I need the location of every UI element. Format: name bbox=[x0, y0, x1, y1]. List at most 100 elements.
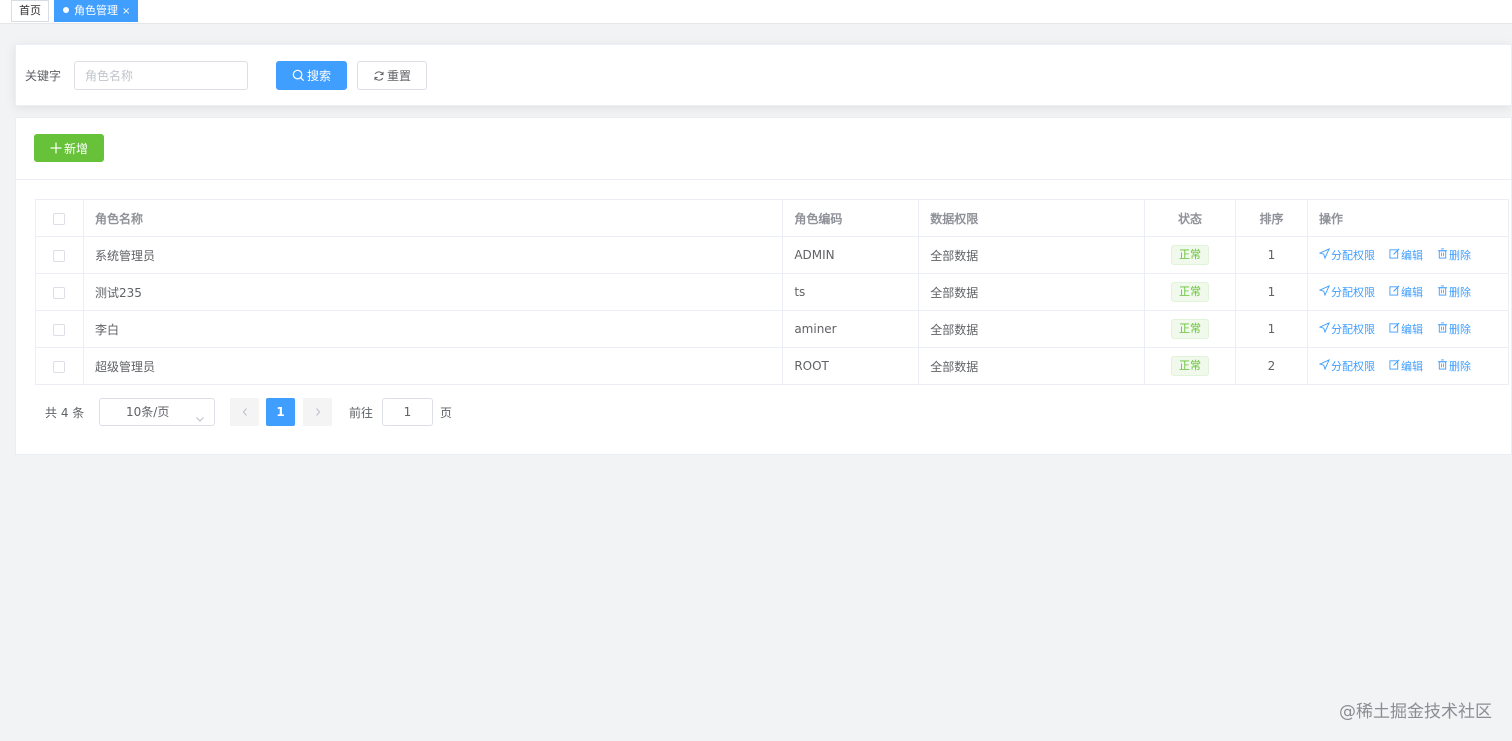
add-role-button-label: 新增 bbox=[63, 141, 88, 156]
search-panel: 关键字 搜索 重置 bbox=[15, 44, 1512, 106]
row-checkbox[interactable] bbox=[53, 286, 66, 299]
keyword-label: 关键字 bbox=[25, 69, 62, 83]
chevron-left-icon bbox=[242, 408, 247, 416]
select-all-checkbox-cell[interactable] bbox=[35, 199, 84, 237]
active-dot-icon bbox=[63, 7, 69, 13]
goto-page-input[interactable] bbox=[382, 398, 433, 426]
header-role-name: 角色名称 bbox=[83, 199, 784, 237]
send-icon bbox=[1318, 359, 1331, 373]
tab-role-management-label: 角色管理 bbox=[74, 4, 118, 17]
trash-icon bbox=[1437, 285, 1449, 299]
edit-label: 编辑 bbox=[1400, 249, 1423, 262]
cell-data-scope: 全部数据 bbox=[918, 310, 1146, 348]
cell-actions: 分配权限 编辑 删除 bbox=[1307, 236, 1510, 274]
assign-permission-label: 分配权限 bbox=[1330, 323, 1375, 336]
assign-permission-label: 分配权限 bbox=[1330, 360, 1375, 373]
pagination-total: 共 4 条 bbox=[45, 406, 85, 420]
tab-home[interactable]: 首页 bbox=[11, 0, 49, 22]
tags-bar: 首页 角色管理 × bbox=[0, 0, 1512, 24]
cell-role-name: 超级管理员 bbox=[83, 347, 784, 385]
assign-permission-label: 分配权限 bbox=[1330, 286, 1375, 299]
edit-link[interactable]: 编辑 bbox=[1389, 284, 1423, 300]
select-all-checkbox[interactable] bbox=[53, 212, 66, 225]
status-badge: 正常 bbox=[1171, 282, 1210, 302]
trash-icon bbox=[1437, 248, 1449, 262]
watermark: @稀土掘金技术社区 bbox=[1339, 702, 1492, 722]
row-checkbox-cell[interactable] bbox=[35, 236, 84, 274]
row-checkbox[interactable] bbox=[53, 249, 66, 262]
plus-icon bbox=[50, 142, 62, 154]
row-checkbox-cell[interactable] bbox=[35, 310, 84, 348]
trash-icon bbox=[1437, 322, 1449, 336]
cell-role-name: 系统管理员 bbox=[83, 236, 784, 274]
chevron-down-icon bbox=[195, 407, 205, 433]
table-row: 超级管理员 ROOT 全部数据 正常 2 分配权限 编辑 删除 bbox=[35, 347, 1510, 385]
edit-link[interactable]: 编辑 bbox=[1389, 358, 1423, 374]
edit-icon bbox=[1389, 322, 1401, 336]
role-table: 角色名称 角色编码 数据权限 状态 排序 操作 系统管理员 ADMIN 全部数据 正常… bbox=[35, 199, 1510, 385]
delete-link[interactable]: 删除 bbox=[1437, 321, 1471, 337]
table-row: 测试235 ts 全部数据 正常 1 分配权限 编辑 删除 bbox=[35, 273, 1510, 311]
status-badge: 正常 bbox=[1171, 319, 1210, 339]
page-size-select[interactable]: 10条/页 bbox=[99, 398, 215, 426]
delete-label: 删除 bbox=[1448, 249, 1471, 262]
assign-permission-link[interactable]: 分配权限 bbox=[1318, 247, 1375, 263]
page-number-current[interactable]: 1 bbox=[266, 398, 295, 426]
status-badge: 正常 bbox=[1171, 245, 1210, 265]
send-icon bbox=[1318, 322, 1331, 336]
cell-status: 正常 bbox=[1144, 236, 1237, 274]
edit-icon bbox=[1389, 248, 1401, 262]
edit-label: 编辑 bbox=[1400, 360, 1423, 373]
cell-actions: 分配权限 编辑 删除 bbox=[1307, 310, 1510, 348]
close-icon[interactable]: × bbox=[122, 6, 130, 17]
delete-label: 删除 bbox=[1448, 360, 1471, 373]
cell-actions: 分配权限 编辑 删除 bbox=[1307, 273, 1510, 311]
search-button-label: 搜索 bbox=[306, 69, 331, 83]
add-role-button[interactable]: 新增 bbox=[34, 134, 104, 162]
delete-link[interactable]: 删除 bbox=[1437, 284, 1471, 300]
next-page-button[interactable] bbox=[303, 398, 332, 426]
delete-link[interactable]: 删除 bbox=[1437, 247, 1471, 263]
tab-role-management[interactable]: 角色管理 × bbox=[54, 0, 138, 22]
cell-status: 正常 bbox=[1144, 347, 1237, 385]
assign-permission-link[interactable]: 分配权限 bbox=[1318, 321, 1375, 337]
cell-status: 正常 bbox=[1144, 310, 1237, 348]
cell-role-code: ts bbox=[782, 273, 920, 311]
header-actions: 操作 bbox=[1307, 199, 1510, 237]
cell-sort: 1 bbox=[1235, 310, 1308, 348]
assign-permission-link[interactable]: 分配权限 bbox=[1318, 358, 1375, 374]
cell-data-scope: 全部数据 bbox=[918, 236, 1146, 274]
search-icon bbox=[292, 69, 305, 82]
row-checkbox-cell[interactable] bbox=[35, 273, 84, 311]
edit-link[interactable]: 编辑 bbox=[1389, 247, 1423, 263]
cell-role-name: 李白 bbox=[83, 310, 784, 348]
edit-label: 编辑 bbox=[1400, 323, 1423, 336]
header-status: 状态 bbox=[1144, 199, 1237, 237]
assign-permission-link[interactable]: 分配权限 bbox=[1318, 284, 1375, 300]
role-list-panel: 新增 角色名称 角色编码 数据权限 状态 排序 操作 系统管理员 ADMIN 全部数… bbox=[15, 117, 1512, 455]
role-name-input[interactable] bbox=[74, 61, 248, 90]
send-icon bbox=[1318, 285, 1331, 299]
prev-page-button[interactable] bbox=[230, 398, 259, 426]
header-role-code: 角色编码 bbox=[782, 199, 920, 237]
trash-icon bbox=[1437, 359, 1449, 373]
delete-link[interactable]: 删除 bbox=[1437, 358, 1471, 374]
row-checkbox[interactable] bbox=[53, 360, 66, 373]
cell-role-code: ROOT bbox=[782, 347, 920, 385]
cell-data-scope: 全部数据 bbox=[918, 273, 1146, 311]
delete-label: 删除 bbox=[1448, 323, 1471, 336]
divider bbox=[16, 179, 1512, 180]
row-checkbox-cell[interactable] bbox=[35, 347, 84, 385]
search-button[interactable]: 搜索 bbox=[276, 61, 347, 90]
cell-role-code: aminer bbox=[782, 310, 920, 348]
cell-sort: 1 bbox=[1235, 236, 1308, 274]
reset-button-label: 重置 bbox=[386, 69, 411, 83]
delete-label: 删除 bbox=[1448, 286, 1471, 299]
header-sort: 排序 bbox=[1235, 199, 1308, 237]
row-checkbox[interactable] bbox=[53, 323, 66, 336]
table-row: 李白 aminer 全部数据 正常 1 分配权限 编辑 删除 bbox=[35, 310, 1510, 348]
pagination: 共 4 条 10条/页 1 前往 页 bbox=[44, 398, 474, 426]
reset-button[interactable]: 重置 bbox=[357, 61, 427, 90]
cell-data-scope: 全部数据 bbox=[918, 347, 1146, 385]
edit-link[interactable]: 编辑 bbox=[1389, 321, 1423, 337]
